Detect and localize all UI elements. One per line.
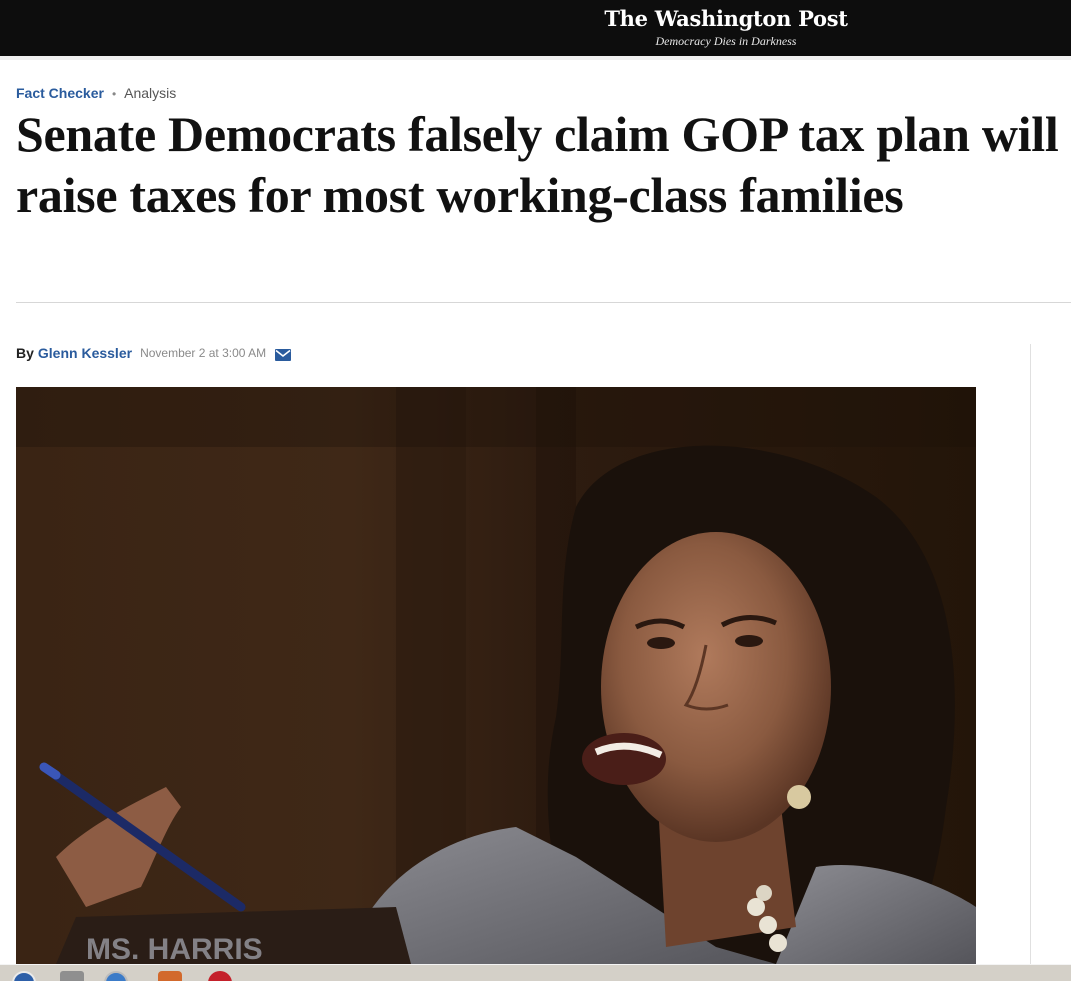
headline-divider [16,302,1071,303]
article-kicker: Fact Checker • Analysis [16,84,176,103]
os-taskbar [0,964,1071,981]
site-tagline: Democracy Dies in Darkness [655,34,797,48]
topbar-divider [0,56,1071,60]
byline: By Glenn Kessler November 2 at 3:00 AM [16,344,292,362]
sidebar-divider [1030,344,1031,964]
section-link[interactable]: Fact Checker [16,85,104,101]
article-label: Analysis [124,85,177,101]
site-logo[interactable]: The Washington Post [600,4,852,34]
article-headline: Senate Democrats falsely claim GOP tax p… [16,106,1059,223]
byline-prefix: By [16,345,34,361]
kicker-separator: • [111,87,117,101]
envelope-icon[interactable] [275,347,292,361]
author-link[interactable]: Glenn Kessler [38,344,132,362]
article-photo[interactable]: MS. HARRIS [16,387,976,964]
publish-date: November 2 at 3:00 AM [140,346,267,360]
top-navigation-bar: The Washington Post Democracy Dies in Da… [0,0,1071,56]
nameplate-text: MS. HARRIS [86,933,263,964]
masthead[interactable]: The Washington Post Democracy Dies in Da… [600,4,852,48]
